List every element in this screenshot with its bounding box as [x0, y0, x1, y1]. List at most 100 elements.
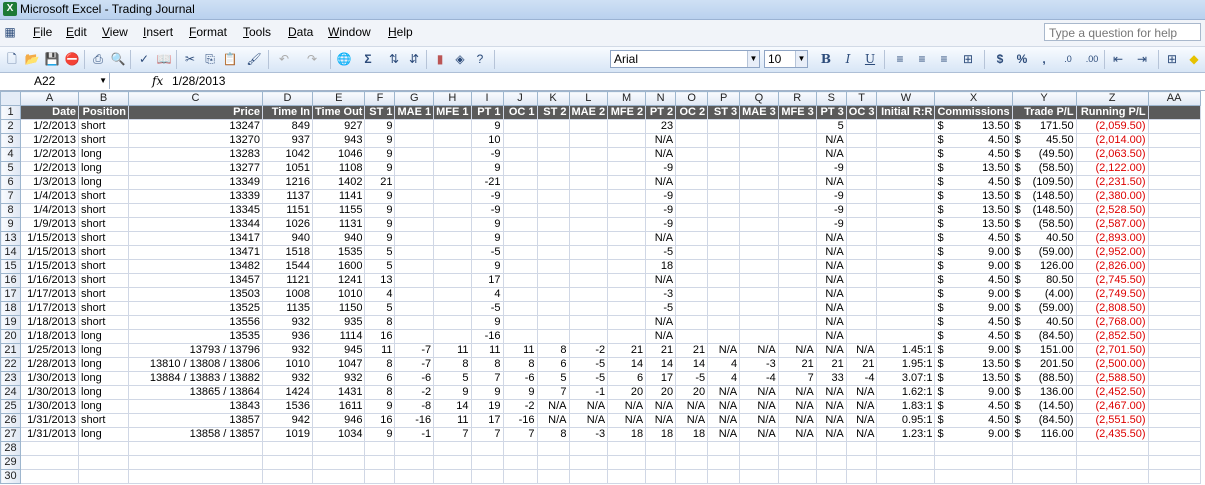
cell[interactable] — [568, 329, 609, 344]
column-header-p[interactable]: P — [707, 91, 741, 106]
cell[interactable] — [394, 273, 435, 288]
cell[interactable]: 13344 — [128, 217, 263, 232]
cell[interactable]: 5 — [364, 259, 396, 274]
cell[interactable]: 7 — [470, 371, 504, 386]
cell[interactable] — [470, 455, 504, 470]
cell[interactable] — [675, 175, 709, 190]
cell[interactable]: $9.00 — [934, 427, 1013, 442]
cell[interactable]: -9 — [470, 147, 504, 162]
cell[interactable]: N/A — [845, 427, 878, 442]
cell[interactable]: N/A — [645, 147, 677, 162]
cell[interactable] — [394, 301, 435, 316]
cell[interactable]: $9.00 — [934, 245, 1013, 260]
cell[interactable]: N/A — [815, 329, 847, 344]
formula-input[interactable]: 1/28/2013 — [172, 73, 225, 89]
spelling-icon[interactable]: ✓ — [136, 51, 152, 67]
column-title[interactable]: MAE 1 — [394, 105, 435, 120]
cell[interactable]: short — [78, 133, 129, 148]
cell[interactable]: 1150 — [311, 301, 366, 316]
cut-icon[interactable]: ✂ — [182, 51, 198, 67]
cell[interactable] — [433, 469, 472, 484]
cell[interactable] — [607, 455, 647, 470]
cell[interactable] — [262, 455, 313, 470]
cell[interactable]: 7 — [536, 385, 570, 400]
cell[interactable]: $4.50 — [934, 315, 1013, 330]
font-name-select[interactable]: Arial ▼ — [610, 50, 760, 68]
cell[interactable]: 1424 — [262, 385, 313, 400]
function-icon[interactable]: fx — [152, 73, 163, 89]
cell[interactable] — [777, 441, 817, 456]
cell[interactable] — [607, 147, 647, 162]
cell[interactable]: $ (58.50) — [1011, 161, 1077, 176]
cell[interactable]: (2,452.50) — [1075, 385, 1149, 400]
cell[interactable] — [502, 161, 538, 176]
cell[interactable] — [934, 469, 1013, 484]
cell[interactable]: $ (58.50) — [1011, 217, 1077, 232]
cell[interactable]: N/A — [645, 315, 677, 330]
cell[interactable] — [876, 147, 936, 162]
cell[interactable] — [364, 441, 396, 456]
cell[interactable]: N/A — [815, 287, 847, 302]
cell[interactable]: N/A — [815, 259, 847, 274]
cell[interactable] — [777, 329, 817, 344]
cell[interactable]: (2,745.50) — [1075, 273, 1149, 288]
cell[interactable] — [394, 161, 435, 176]
hyperlink-icon[interactable]: 🌐 — [336, 51, 352, 67]
cell[interactable] — [739, 161, 779, 176]
cell[interactable] — [845, 119, 878, 134]
menu-help[interactable]: Help — [388, 25, 413, 39]
percent-icon[interactable]: % — [1014, 51, 1030, 67]
cell[interactable] — [876, 231, 936, 246]
cell[interactable] — [433, 133, 472, 148]
cell[interactable] — [739, 455, 779, 470]
cell[interactable] — [675, 189, 709, 204]
cell[interactable]: 1402 — [311, 175, 366, 190]
cell[interactable]: $ (4.00) — [1011, 287, 1077, 302]
cell[interactable] — [607, 175, 647, 190]
cell[interactable] — [777, 175, 817, 190]
cell[interactable] — [739, 245, 779, 260]
menu-format[interactable]: Format — [189, 25, 227, 39]
cell[interactable]: N/A — [568, 399, 609, 414]
cell[interactable]: long — [78, 161, 129, 176]
cell[interactable] — [1147, 441, 1201, 456]
cell[interactable]: N/A — [777, 343, 817, 358]
cell[interactable] — [394, 315, 435, 330]
cell[interactable]: 21 — [364, 175, 396, 190]
cell[interactable]: $4.50 — [934, 273, 1013, 288]
cell[interactable]: 21 — [845, 357, 878, 372]
column-header-z[interactable]: Z — [1075, 91, 1149, 106]
column-title[interactable]: Position — [78, 105, 129, 120]
cell[interactable] — [536, 189, 570, 204]
print-preview-icon[interactable]: 🔍 — [110, 51, 126, 67]
cell[interactable] — [502, 441, 538, 456]
row-header[interactable]: 28 — [0, 441, 21, 456]
cell[interactable] — [1147, 329, 1201, 344]
cell[interactable] — [675, 231, 709, 246]
cell[interactable]: 932 — [262, 343, 313, 358]
cell[interactable] — [1147, 371, 1201, 386]
cell[interactable]: 9 — [470, 119, 504, 134]
cell[interactable]: N/A — [777, 399, 817, 414]
cell[interactable]: 1151 — [262, 203, 313, 218]
cell[interactable] — [739, 469, 779, 484]
cell[interactable] — [845, 455, 878, 470]
cell[interactable] — [607, 161, 647, 176]
menu-tools[interactable]: Tools — [243, 25, 271, 39]
column-header-f[interactable]: F — [364, 91, 396, 106]
column-title[interactable]: OC 1 — [502, 105, 538, 120]
cell[interactable] — [707, 147, 741, 162]
cell[interactable] — [394, 119, 435, 134]
cell[interactable] — [394, 189, 435, 204]
cell[interactable] — [845, 217, 878, 232]
cell[interactable]: N/A — [645, 399, 677, 414]
cell[interactable] — [502, 469, 538, 484]
cell[interactable]: $4.50 — [934, 133, 1013, 148]
cell[interactable] — [433, 329, 472, 344]
cell[interactable] — [1147, 203, 1201, 218]
cell[interactable] — [536, 133, 570, 148]
cell[interactable] — [1147, 413, 1201, 428]
cell[interactable]: -9 — [815, 161, 847, 176]
cell[interactable] — [876, 301, 936, 316]
column-title[interactable]: ST 2 — [536, 105, 570, 120]
